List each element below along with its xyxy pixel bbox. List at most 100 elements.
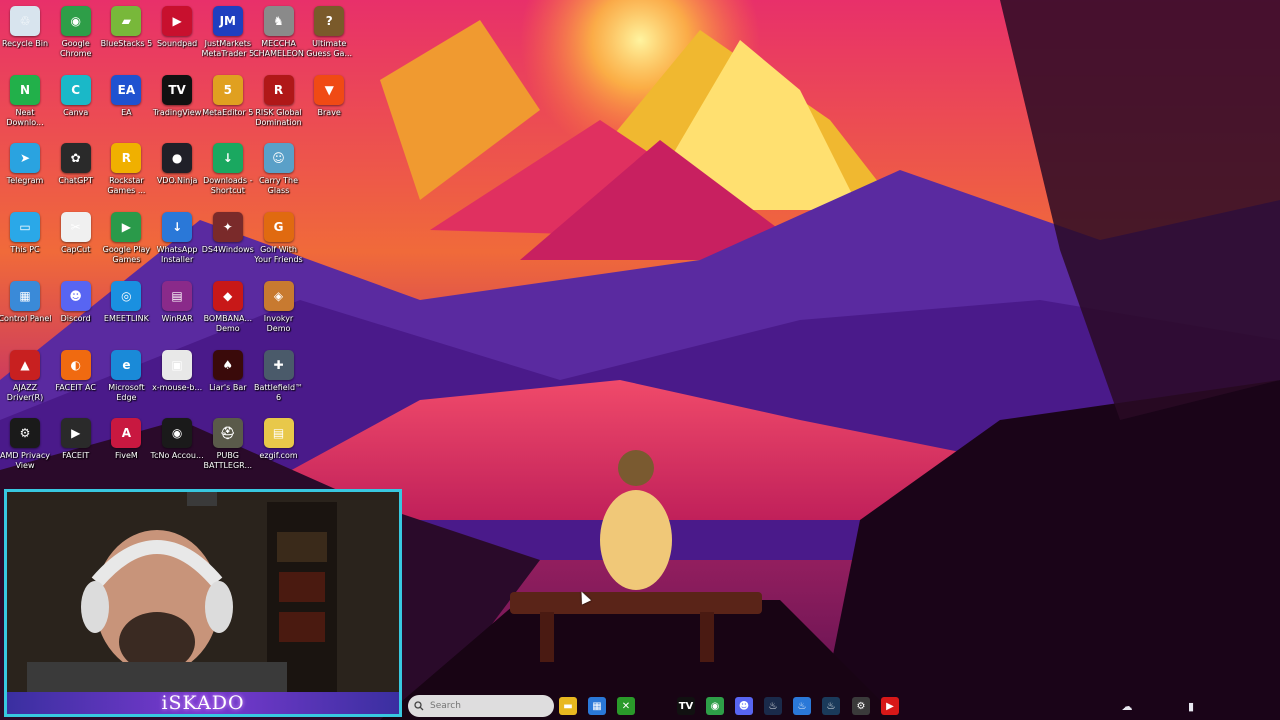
desktop-shortcut-label: Recycle Bin [1, 39, 49, 48]
desktop-shortcut[interactable]: ☺ Carry The Glass [254, 139, 304, 208]
desktop-shortcut[interactable]: JM JustMarkets MetaTrader 5 [201, 2, 255, 71]
desktop-shortcut[interactable]: ▰ BlueStacks 5 [101, 2, 152, 71]
desktop-shortcut-label: FACEIT [62, 451, 90, 461]
desktop-shortcut[interactable]: e Microsoft Edge [101, 346, 151, 415]
desktop-shortcut-label: JustMarkets MetaTrader 5 [201, 39, 255, 58]
desktop-shortcut[interactable]: ☻ Discord [51, 277, 101, 346]
search-icon [414, 701, 424, 711]
golf-friends-icon: G [263, 212, 294, 243]
desktop-shortcut[interactable]: ⛑ PUBG BATTLEGR... [203, 414, 253, 483]
desktop-shortcut-label: Golf With Your Friends [254, 245, 303, 265]
desktop-shortcut-label: Telegram [6, 176, 44, 186]
bluestacks-icon: ▰ [111, 6, 142, 36]
desktop-shortcut[interactable]: ↓ WhatsApp Installer [152, 208, 202, 277]
whatsapp-installer-icon: ↓ [162, 212, 193, 243]
desktop-shortcut[interactable]: ▦ Control Panel [0, 277, 52, 346]
discord-taskbar-icon[interactable]: ☻ [735, 697, 753, 715]
desktop-shortcut[interactable]: ▶ Google Play Games [101, 208, 151, 277]
winrar-icon: ▤ [162, 280, 193, 311]
desktop-shortcut[interactable]: ▭ This PC [0, 208, 50, 277]
desktop-shortcut-label: Downloads - Shortcut [203, 176, 253, 196]
neat-download-icon: N [10, 74, 40, 105]
vdo-ninja-icon: ● [162, 143, 193, 174]
desktop-shortcut-label: x-mouse-b... [152, 382, 203, 392]
xbox-icon[interactable]: ✕ [617, 697, 635, 715]
search-input[interactable] [428, 700, 522, 712]
chrome-taskbar-icon[interactable]: ◉ [706, 697, 724, 715]
steam-third-taskbar-icon[interactable]: ♨ [822, 697, 840, 715]
edge-icon: e [111, 349, 142, 380]
desktop-shortcut[interactable]: ⚙ AMD Privacy View [0, 414, 50, 483]
desktop-shortcut[interactable]: R RISK Global Domination [254, 71, 304, 140]
desktop-shortcut[interactable]: ◐ FACEIT AC [51, 346, 101, 415]
desktop-shortcut[interactable]: ◉ Google Chrome [51, 2, 101, 71]
desktop-shortcut-label: CapCut [61, 245, 91, 255]
microphone-tray-icon[interactable]: ▮ [1182, 697, 1200, 715]
capcut-icon: ✂ [60, 212, 91, 243]
desktop-shortcut[interactable]: ↓ Downloads - Shortcut [203, 139, 253, 208]
desktop-shortcut[interactable]: R Rockstar Games ... [101, 139, 151, 208]
desktop-shortcut-label: Carry The Glass [258, 176, 299, 196]
store-icon[interactable]: ▦ [588, 697, 606, 715]
desktop-shortcut-label: Google Play Games [102, 245, 151, 265]
rockstar-icon: R [111, 143, 142, 174]
liars-bar-icon: ♠ [212, 349, 243, 380]
desktop-shortcut[interactable]: ▤ WinRAR [152, 277, 202, 346]
desktop-shortcut[interactable]: ▤ ezgif.com [254, 414, 304, 483]
desktop-shortcut[interactable]: ♞ MECCHA CHAMELEON [253, 2, 304, 71]
desktop-shortcut[interactable]: ◉ TcNo Accou... [151, 414, 204, 483]
desktop-shortcut[interactable]: ✦ DS4Windows [201, 208, 254, 277]
youtube-taskbar-icon[interactable]: ▶ [881, 697, 899, 715]
desktop-shortcut[interactable]: ▼ Brave [304, 71, 354, 140]
settings-taskbar-icon[interactable]: ⚙ [852, 697, 870, 715]
desktop-shortcut[interactable]: ◎ EMEETLINK [101, 277, 151, 346]
desktop-shortcut[interactable]: A FiveM [101, 414, 151, 483]
soundpad-icon: ▶ [162, 6, 193, 36]
desktop-shortcut[interactable]: ? Ultimate Guess Ga... [304, 2, 354, 71]
recycle-bin-icon: ♲ [10, 6, 40, 36]
desktop-shortcut[interactable]: ✚ Battlefield™ 6 [254, 346, 304, 415]
desktop-shortcut[interactable]: G Golf With Your Friends [254, 208, 304, 277]
tradingview-taskbar-icon[interactable]: TV [677, 697, 695, 715]
desktop-shortcut[interactable]: ♲ Recycle Bin [0, 2, 50, 71]
cloud-tray-icon[interactable]: ☁ [1118, 697, 1136, 715]
desktop-shortcut-label: Ultimate Guess Ga... [306, 39, 353, 58]
desktop-shortcut[interactable]: ◈ Invokyr Demo [254, 277, 304, 346]
desktop-shortcut[interactable]: N Neat Downlo... [0, 71, 50, 140]
downloads-folder-icon: ↓ [212, 143, 243, 174]
tcno-icon: ◉ [162, 418, 193, 449]
desktop-shortcut-label: Rockstar Games ... [107, 176, 146, 196]
desktop-shortcut[interactable]: ▣ x-mouse-b... [152, 346, 202, 415]
discord-icon: ☻ [60, 280, 91, 311]
steam-alt-taskbar-icon[interactable]: ♨ [793, 697, 811, 715]
ea-icon: EA [111, 74, 142, 105]
desktop-shortcut[interactable]: ✂ CapCut [51, 208, 101, 277]
desktop-shortcut[interactable]: ▶ Soundpad [152, 2, 202, 71]
desktop-shortcut[interactable]: 5 MetaEditor 5 [202, 71, 253, 140]
desktop-shortcut-label: VDO.Ninja [156, 176, 198, 186]
desktop-shortcut[interactable]: ▶ FACEIT [51, 414, 101, 483]
file-explorer-icon[interactable]: ▬ [559, 697, 577, 715]
desktop-shortcut-label: Neat Downlo... [6, 107, 44, 127]
desktop-shortcut-label: Microsoft Edge [108, 382, 145, 402]
steam-taskbar-icon[interactable]: ♨ [764, 697, 782, 715]
desktop-shortcut[interactable]: C Canva [51, 71, 101, 140]
carry-glass-icon: ☺ [263, 143, 294, 174]
taskbar-search[interactable] [408, 695, 554, 717]
desktop-shortcut[interactable]: ▲ AJAZZ Driver(R) [0, 346, 50, 415]
desktop-shortcut[interactable]: ● VDO.Ninja [152, 139, 202, 208]
taskbar: ▬ ▦ ✕ TV ◉ ☻ ♨ ♨ ♨ ⚙ ▶ ☁ ▮ [404, 692, 1280, 720]
desktop-shortcut[interactable]: EA EA [101, 71, 151, 140]
desktop-shortcut[interactable]: TV TradingView [152, 71, 202, 140]
desktop-shortcut[interactable]: ➤ Telegram [0, 139, 50, 208]
desktop-shortcut[interactable]: ✿ ChatGPT [51, 139, 101, 208]
ultimate-guess-icon: ? [314, 6, 345, 36]
desktop-shortcut-label: WinRAR [161, 313, 193, 323]
desktop-shortcut-label: Google Chrome [59, 39, 92, 58]
bombana-icon: ◆ [212, 280, 243, 311]
desktop-shortcut-label: DS4Windows [201, 245, 254, 255]
chatgpt-icon: ✿ [60, 143, 91, 174]
desktop-shortcut-label: Discord [60, 313, 91, 323]
desktop-shortcut[interactable]: ♠ Liar's Bar [203, 346, 253, 415]
desktop-shortcut[interactable]: ◆ BOMBANA... Demo [203, 277, 253, 346]
